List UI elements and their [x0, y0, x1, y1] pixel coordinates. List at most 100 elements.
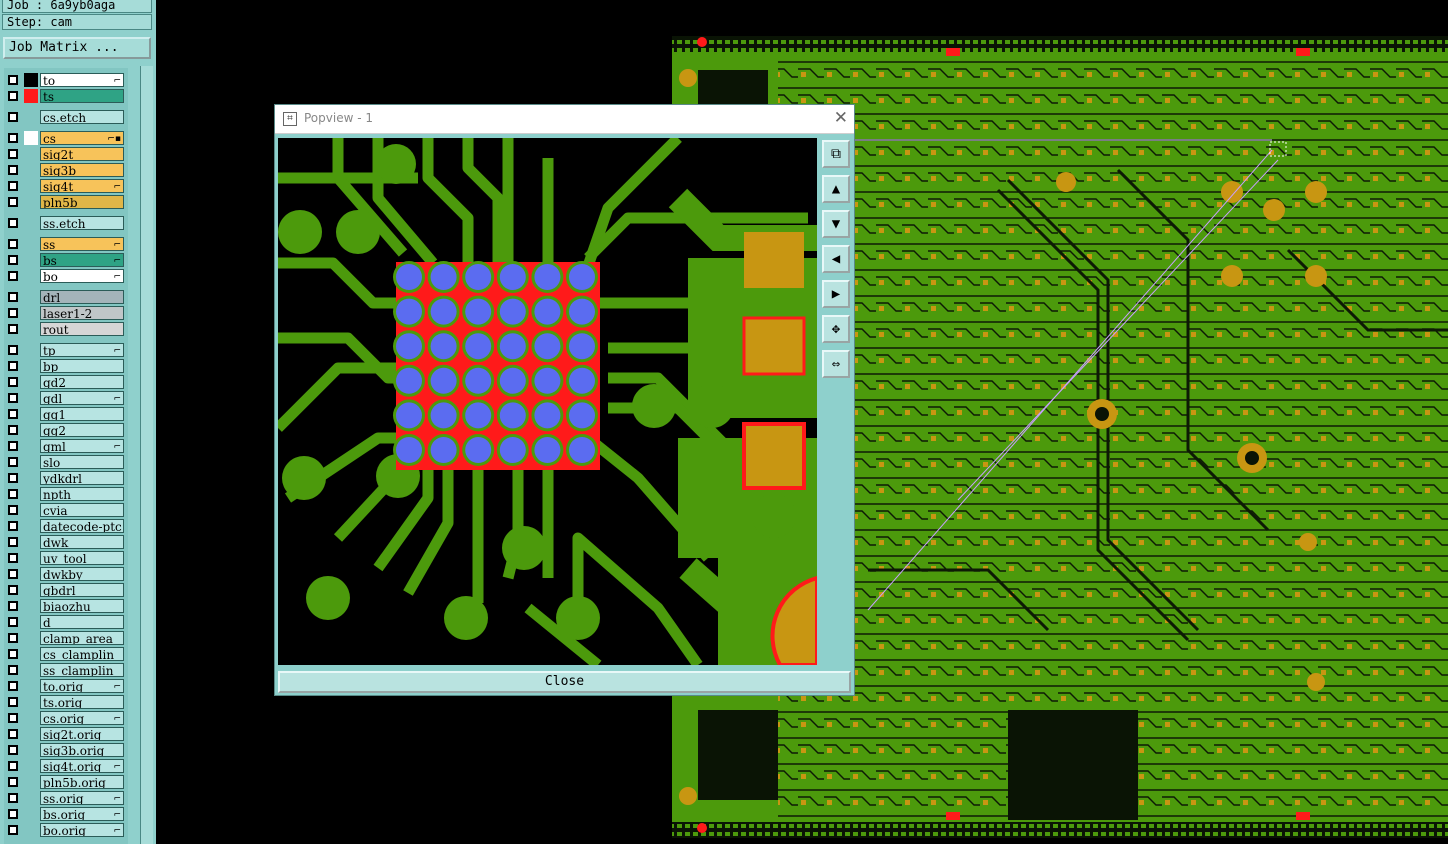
layer-name[interactable]: biaozhu [40, 599, 124, 613]
layer-checkbox[interactable] [8, 633, 18, 643]
pan-right-icon[interactable]: ▶ [822, 280, 850, 308]
layer-name[interactable]: bs.orig ⌐ [40, 807, 124, 821]
layer-checkbox[interactable] [8, 713, 18, 723]
layer-checkbox[interactable] [8, 729, 18, 739]
layer-row[interactable]: sig2t [4, 146, 128, 162]
layer-row[interactable]: dwk [4, 534, 128, 550]
layer-name[interactable]: laser1-2 [40, 306, 124, 320]
layer-name[interactable]: clamp_area [40, 631, 124, 645]
layer-row[interactable]: pln5b.orig [4, 774, 128, 790]
layer-name[interactable]: dwkby [40, 567, 124, 581]
layer-checkbox[interactable] [8, 649, 18, 659]
layer-row[interactable]: ts [4, 88, 128, 104]
layer-checkbox[interactable] [8, 112, 18, 122]
layer-checkbox[interactable] [8, 505, 18, 515]
layer-name[interactable]: cs.etch [40, 110, 124, 124]
layer-row[interactable]: drl [4, 289, 128, 305]
layer-name[interactable]: ss.etch [40, 216, 124, 230]
layer-checkbox[interactable] [8, 255, 18, 265]
layer-name[interactable]: ss.orig ⌐ [40, 791, 124, 805]
layer-checkbox[interactable] [8, 271, 18, 281]
pan-up-icon[interactable]: ▲ [822, 175, 850, 203]
layer-name[interactable]: cs.orig ⌐ [40, 711, 124, 725]
layer-checkbox[interactable] [8, 441, 18, 451]
layer-name[interactable]: sig4t.orig ⌐ [40, 759, 124, 773]
layer-checkbox[interactable] [8, 133, 18, 143]
pan-down-icon[interactable]: ▼ [822, 210, 850, 238]
layer-checkbox[interactable] [8, 489, 18, 499]
layer-name[interactable]: to.orig ⌐ [40, 679, 124, 693]
layer-checkbox[interactable] [8, 425, 18, 435]
job-matrix-button[interactable]: Job Matrix ... [3, 37, 151, 59]
layer-row[interactable]: cs_clamplin [4, 646, 128, 662]
layer-name[interactable]: d [40, 615, 124, 629]
layer-checkbox[interactable] [8, 393, 18, 403]
layer-name[interactable]: ts.orig [40, 695, 124, 709]
layer-name[interactable]: tp ⌐ [40, 343, 124, 357]
layer-row[interactable]: npth [4, 486, 128, 502]
layer-row[interactable]: cs ⌐▪ [4, 130, 128, 146]
layer-row[interactable]: gg1 [4, 406, 128, 422]
layer-name[interactable]: gdl ⌐ [40, 391, 124, 405]
layer-checkbox[interactable] [8, 809, 18, 819]
layer-checkbox[interactable] [8, 777, 18, 787]
layer-row[interactable]: sig2t.orig [4, 726, 128, 742]
layer-checkbox[interactable] [8, 601, 18, 611]
layer-name[interactable]: ss ⌐ [40, 237, 124, 251]
layer-checkbox[interactable] [8, 149, 18, 159]
layer-checkbox[interactable] [8, 308, 18, 318]
layer-row[interactable]: sig3b [4, 162, 128, 178]
layer-checkbox[interactable] [8, 681, 18, 691]
layer-checkbox[interactable] [8, 761, 18, 771]
layer-name[interactable]: gg1 [40, 407, 124, 421]
layer-row[interactable]: cvia [4, 502, 128, 518]
layer-row[interactable]: sig4t ⌐ [4, 178, 128, 194]
layer-row[interactable]: sig4t.orig ⌐ [4, 758, 128, 774]
layer-row[interactable]: clamp_area [4, 630, 128, 646]
layer-row[interactable]: cs.etch [4, 109, 128, 125]
zoomed-bga-view[interactable] [278, 138, 817, 665]
layer-name[interactable]: to ⌐ [40, 73, 124, 87]
layer-list-scrollbar[interactable] [140, 66, 153, 844]
close-icon[interactable]: ✕ [834, 108, 848, 128]
layer-name[interactable]: datecode-ptc [40, 519, 124, 533]
layer-row[interactable]: to.orig ⌐ [4, 678, 128, 694]
layer-row[interactable]: slo [4, 454, 128, 470]
layer-name[interactable]: cs ⌐▪ [40, 131, 124, 145]
layer-name[interactable]: drl [40, 290, 124, 304]
layer-name[interactable]: bs ⌐ [40, 253, 124, 267]
layer-checkbox[interactable] [8, 361, 18, 371]
layer-checkbox[interactable] [8, 345, 18, 355]
layer-name[interactable]: ts [40, 89, 124, 103]
layer-row[interactable]: bo ⌐ [4, 268, 128, 284]
layer-name[interactable]: ss_clamplin [40, 663, 124, 677]
layer-checkbox[interactable] [8, 239, 18, 249]
layer-name[interactable]: ydkdrl [40, 471, 124, 485]
layer-checkbox[interactable] [8, 457, 18, 467]
layer-checkbox[interactable] [8, 91, 18, 101]
layer-name[interactable]: bo ⌐ [40, 269, 124, 283]
layer-name[interactable]: pln5b [40, 195, 124, 209]
zoom-fit-icon[interactable]: ✥ [822, 315, 850, 343]
layer-row[interactable]: rout [4, 321, 128, 337]
layer-row[interactable]: pln5b [4, 194, 128, 210]
layer-checkbox[interactable] [8, 569, 18, 579]
layer-row[interactable]: gdl ⌐ [4, 390, 128, 406]
layer-row[interactable]: cs.orig ⌐ [4, 710, 128, 726]
layer-name[interactable]: slo [40, 455, 124, 469]
layer-checkbox[interactable] [8, 75, 18, 85]
layer-checkbox[interactable] [8, 665, 18, 675]
layer-checkbox[interactable] [8, 521, 18, 531]
layer-name[interactable]: sig2t.orig [40, 727, 124, 741]
layer-name[interactable]: gd2 [40, 375, 124, 389]
layer-row[interactable]: d [4, 614, 128, 630]
layer-checkbox[interactable] [8, 324, 18, 334]
layer-name[interactable]: bo.orig ⌐ [40, 823, 124, 837]
layer-name[interactable]: rout [40, 322, 124, 336]
layer-row[interactable]: bs ⌐ [4, 252, 128, 268]
layer-checkbox[interactable] [8, 585, 18, 595]
layer-row[interactable]: ss.orig ⌐ [4, 790, 128, 806]
layer-name[interactable]: pln5b.orig [40, 775, 124, 789]
layer-checkbox[interactable] [8, 745, 18, 755]
close-button[interactable]: Close [278, 671, 851, 693]
